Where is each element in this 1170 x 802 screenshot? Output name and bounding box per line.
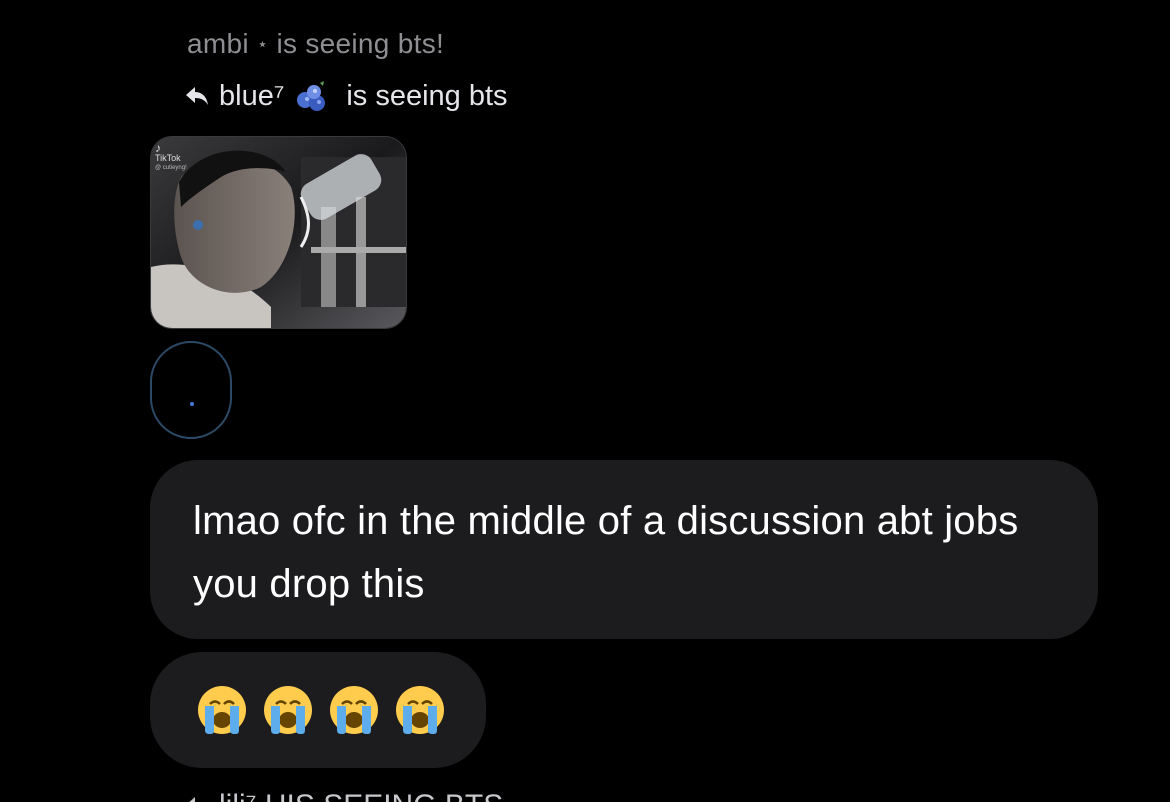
reply-arrow-icon — [189, 797, 195, 802]
video-frame-image — [151, 137, 406, 328]
next-reply-reference[interactable]: lili⁷ HIS SEEING BTS — [185, 789, 503, 802]
separator-star: ⋆ — [256, 33, 269, 54]
crying-face-emoji — [262, 684, 314, 736]
message-bubble[interactable]: lmao ofc in the middle of a discussion a… — [150, 460, 1098, 639]
tiktok-watermark: ♪ TikTok @ cutieyng! — [155, 141, 187, 173]
reply-to-status: is seeing bts — [346, 79, 508, 112]
tiktok-video-thumbnail[interactable]: ♪ TikTok @ cutieyng! — [150, 136, 407, 329]
sender-header: ambi ⋆ is seeing bts! — [187, 28, 444, 60]
tiktok-icon: ♪ — [155, 141, 161, 155]
dot-indicator — [190, 402, 194, 406]
reply-reference[interactable]: blue⁷ is seeing bts — [185, 79, 508, 113]
crying-face-emoji — [328, 684, 380, 736]
message-text: lmao ofc in the middle of a discussion a… — [193, 499, 1019, 606]
emoji-message-bubble[interactable] — [150, 652, 486, 768]
blueberries-icon — [297, 81, 326, 111]
next-reply-text: lili⁷ HIS SEEING BTS — [219, 789, 503, 802]
sender-status: is seeing bts! — [276, 28, 445, 59]
chat-thread: ambi ⋆ is seeing bts! blue⁷ is seeing bt… — [0, 0, 1170, 802]
reply-arrow-icon — [186, 87, 208, 105]
tiktok-label: TikTok — [155, 153, 181, 163]
typing-bubble[interactable] — [150, 341, 232, 439]
crying-face-emoji — [394, 684, 446, 736]
tiktok-handle: @ cutieyng! — [155, 165, 187, 171]
sender-name[interactable]: ambi — [187, 28, 249, 60]
reply-to-name: blue⁷ — [219, 79, 285, 112]
crying-face-emoji — [196, 684, 248, 736]
